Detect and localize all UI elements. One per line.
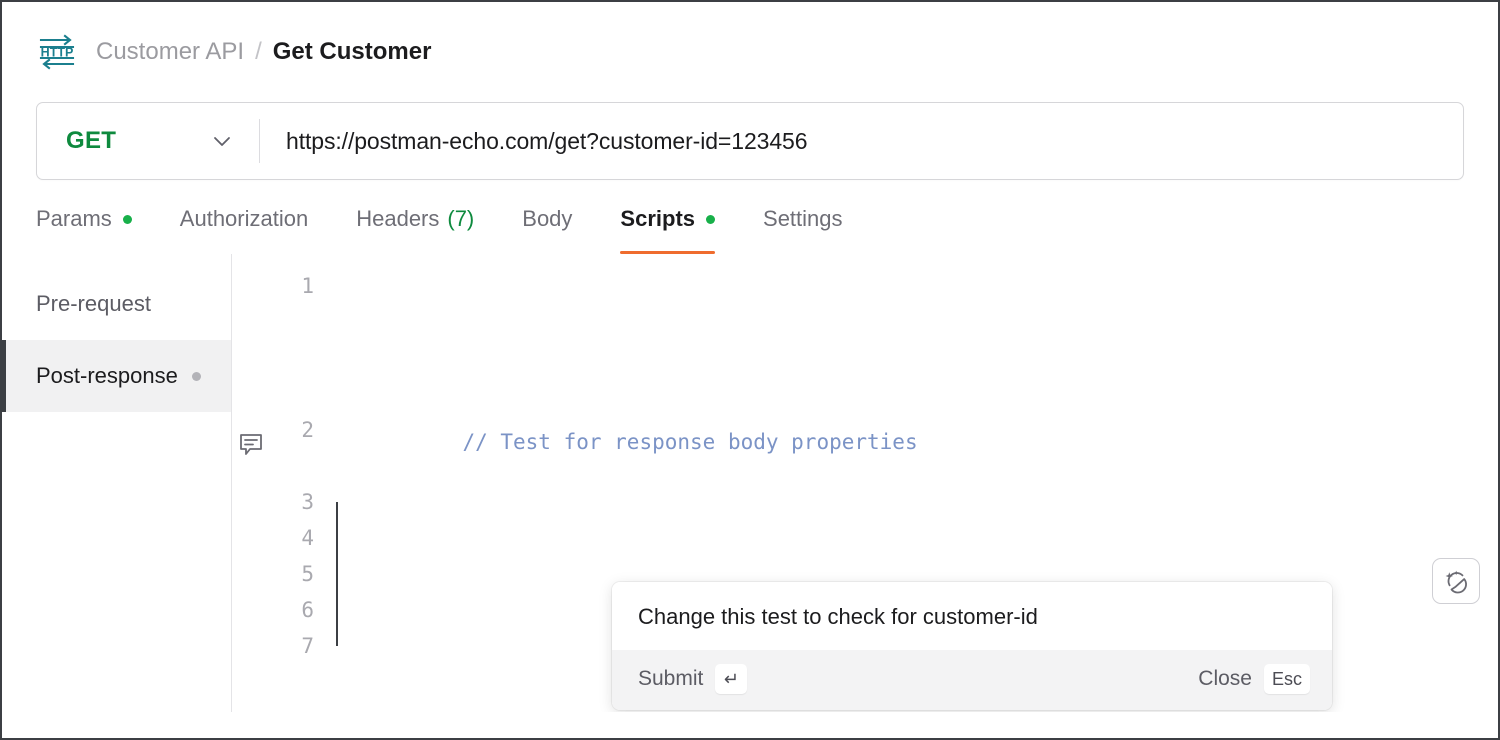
esc-key-badge: Esc: [1263, 664, 1310, 694]
code-editor[interactable]: 1 2 3 4 5 6 7 // Test for response body …: [232, 254, 1498, 712]
tab-params[interactable]: Params: [36, 196, 132, 254]
url-bar-container: GET https://postman-echo.com/get?custome…: [2, 102, 1498, 180]
sidebar-item-pre-request-label: Pre-request: [36, 291, 151, 316]
editor-gutter: [232, 254, 272, 712]
code-comment: // Test for response body properties: [462, 430, 918, 454]
tab-headers-label: Headers: [356, 206, 440, 231]
tab-authorization[interactable]: Authorization: [180, 196, 308, 254]
submit-button-label: Submit: [638, 667, 704, 690]
sidebar-item-post-response-dot: [191, 371, 201, 381]
breadcrumb-collection[interactable]: Customer API: [96, 38, 244, 66]
sidebar-item-post-response[interactable]: Post-response: [2, 340, 231, 412]
line-number: 7: [301, 634, 314, 658]
tab-settings-label: Settings: [763, 206, 843, 231]
line-number-column: 1 2 3 4 5 6 7: [272, 254, 314, 712]
request-header: HTTP Customer API / Get Customer: [2, 2, 1498, 102]
line-number-spacer: [272, 304, 314, 340]
line-number: 3: [301, 490, 314, 514]
indent-guide: [336, 502, 338, 646]
postbot-prompt-popover: Change this test to check for customer-i…: [612, 582, 1332, 710]
postbot-sparkle-icon: [1445, 570, 1467, 594]
postbot-button[interactable]: [1432, 558, 1480, 604]
close-button[interactable]: Close Esc: [1198, 664, 1310, 694]
request-tab-bar: Params Authorization Headers (7) Body Sc…: [2, 196, 1498, 254]
line-number: 5: [301, 562, 314, 586]
submit-button[interactable]: Submit ↵: [638, 664, 748, 694]
breadcrumb: Customer API / Get Customer: [96, 38, 431, 66]
postman-request-window: HTTP Customer API / Get Customer GET htt…: [0, 0, 1500, 740]
close-button-label: Close: [1198, 667, 1252, 690]
sidebar-item-pre-request[interactable]: Pre-request: [2, 268, 231, 340]
http-protocol-icon: HTTP: [36, 31, 78, 73]
tab-headers-count: (7): [447, 206, 475, 231]
tab-headers[interactable]: Headers (7): [356, 196, 474, 254]
line-number: 2: [301, 418, 314, 442]
scripts-pane: Pre-request Post-response 1 2 3 4 5 6 7 …: [2, 254, 1498, 712]
line-number: 1: [301, 274, 314, 298]
chevron-down-icon: [209, 128, 235, 154]
tab-params-label: Params: [36, 206, 112, 231]
enter-key-badge: ↵: [715, 664, 748, 694]
breadcrumb-separator: /: [255, 38, 262, 65]
postbot-prompt-footer: Submit ↵ Close Esc: [612, 650, 1332, 710]
http-method-label: GET: [66, 127, 117, 154]
tab-scripts[interactable]: Scripts: [620, 196, 716, 254]
comment-bubble-icon[interactable]: [238, 432, 264, 463]
breadcrumb-request-name[interactable]: Get Customer: [273, 38, 432, 66]
line-number-spacer: [272, 448, 314, 484]
line-number: 4: [301, 526, 314, 550]
tab-body[interactable]: Body: [522, 196, 572, 254]
code-line-spacer: [336, 472, 1498, 508]
svg-text:HTTP: HTTP: [41, 46, 74, 60]
line-number-spacer: [272, 376, 314, 412]
tab-settings[interactable]: Settings: [763, 196, 843, 254]
tab-body-label: Body: [522, 206, 573, 231]
tab-params-status-dot: [122, 214, 132, 224]
tab-authorization-label: Authorization: [179, 206, 309, 231]
sidebar-item-post-response-label: Post-response: [36, 363, 178, 388]
http-method-select[interactable]: GET: [37, 103, 259, 179]
tab-scripts-label: Scripts: [620, 206, 696, 231]
url-input[interactable]: https://postman-echo.com/get?customer-id…: [260, 103, 1463, 179]
url-bar: GET https://postman-echo.com/get?custome…: [36, 102, 1464, 180]
tab-scripts-status-dot: [706, 214, 716, 224]
script-type-sidebar: Pre-request Post-response: [2, 254, 232, 712]
line-number-spacer: [272, 340, 314, 376]
code-line-1: // Test for response body properties: [336, 388, 1498, 454]
postbot-prompt-input[interactable]: Change this test to check for customer-i…: [612, 582, 1332, 650]
line-number: 6: [301, 598, 314, 622]
